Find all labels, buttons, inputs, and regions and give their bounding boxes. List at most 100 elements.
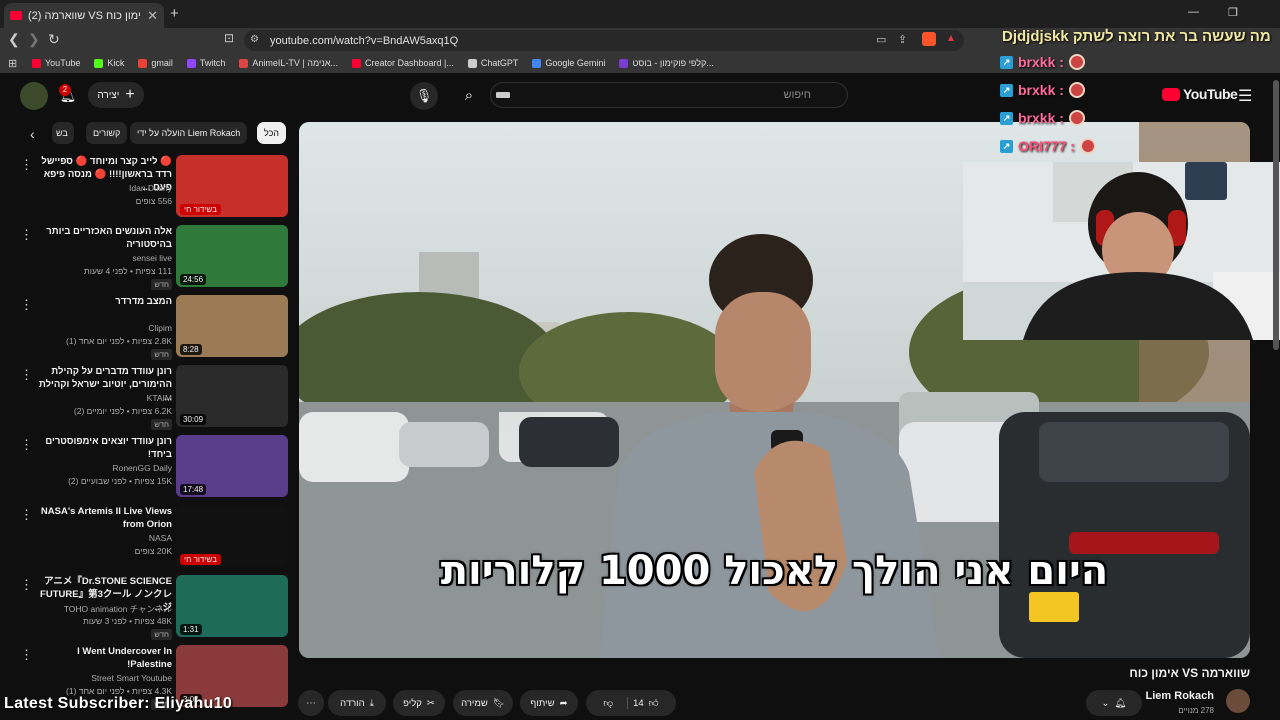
maximize-icon[interactable]: ❐ <box>1228 6 1238 19</box>
search-icon[interactable]: ⌕ <box>454 82 484 108</box>
rewards-icon[interactable]: ▲ <box>946 33 956 44</box>
bookmark-item[interactable]: ChatGPT <box>467 58 518 68</box>
dislike-icon[interactable]: 👎︎ <box>603 697 629 709</box>
chat-emote-icon <box>1079 138 1096 154</box>
chat-message: ↗ ORI777 : <box>1000 138 1096 154</box>
bookmark-item[interactable]: קלפי פוקימון - בוסט... <box>619 58 714 68</box>
scrollbar-thumb[interactable] <box>1273 80 1279 350</box>
channel-name[interactable]: TOHO animation チャンネル <box>64 603 172 615</box>
more-vertical-icon[interactable]: ⋮ <box>20 507 33 523</box>
recommended-video-item[interactable]: בשידור חי 🔴 לייב קצר ומיוחד 🔴 ספיישל רדד … <box>0 155 290 221</box>
minimize-icon[interactable]: — <box>1188 6 1199 18</box>
duration-badge: 1:31 <box>180 624 202 635</box>
share-page-icon[interactable]: ⇪ <box>898 33 907 46</box>
bookmark-label: YouTube <box>45 58 81 68</box>
cast-icon[interactable]: ▭ <box>876 33 886 46</box>
bookmark-favicon-icon <box>239 58 249 68</box>
recommended-video-item[interactable]: 30:09 רונן עוודד מדברים על קהילת ההימורים… <box>0 365 290 431</box>
channel-name[interactable]: sensei live <box>132 253 172 263</box>
clip-label: קליפ <box>403 697 422 709</box>
channel-name[interactable]: RonenGG Daily <box>112 463 172 473</box>
channel-name[interactable]: Street Smart Youtube <box>91 673 172 683</box>
reload-icon[interactable]: ↻ <box>48 31 60 48</box>
more-vertical-icon[interactable]: ⋮ <box>20 227 33 243</box>
new-badge: חדש <box>151 279 172 290</box>
video-meta: 6.2K צפיות • לפני יומיים (2) <box>73 406 172 416</box>
more-vertical-icon[interactable]: ⋮ <box>20 367 33 383</box>
site-info-icon[interactable]: ⚙ <box>250 34 259 45</box>
more-vertical-icon[interactable]: ⋮ <box>20 157 33 173</box>
chat-username: brxkk : <box>1018 110 1064 126</box>
bookmark-item[interactable]: YouTube <box>32 58 80 68</box>
chip-from-channel[interactable]: הועלה על ידי Liem Rokach <box>130 122 248 144</box>
video-meta: 15K צפיות • לפני שבועיים (2) <box>68 476 172 486</box>
recommended-video-item[interactable]: 8:28 המצב מדרדר Clipim 2.8K צפיות • לפני יו… <box>0 295 290 361</box>
more-vertical-icon[interactable]: ⋮ <box>20 297 33 313</box>
bookmark-label: Twitch <box>199 58 226 68</box>
bookmark-item[interactable]: Kick <box>94 58 124 68</box>
page-scrollbar[interactable] <box>1272 76 1280 720</box>
new-badge: חדש <box>151 629 172 640</box>
apps-grid-icon[interactable]: ⊞ <box>8 57 17 70</box>
menu-hamburger-icon[interactable]: ☰ <box>1238 86 1252 106</box>
more-actions-button[interactable]: ⋯ <box>298 690 324 716</box>
chat-badge-icon: ↗ <box>1000 139 1013 153</box>
video-title[interactable]: I Went Undercover In Palestine! <box>32 645 172 671</box>
video-title[interactable]: רונן עוודד יוצאים אימפוסטרים ביחד! <box>32 435 172 461</box>
create-button[interactable]: יצירה + <box>88 82 144 108</box>
chat-badge-icon: ↗ <box>1000 83 1013 97</box>
chat-badge-icon: ↗ <box>1000 55 1013 69</box>
video-title[interactable]: אלה העונשים האכזריים ביותר בהיסטוריה <box>32 225 172 251</box>
chips-scroll-left-icon[interactable]: ‹ <box>30 126 35 142</box>
bookmark-item[interactable]: Twitch <box>186 58 226 68</box>
more-vertical-icon[interactable]: ⋮ <box>20 577 33 593</box>
channel-name[interactable]: Idan Dushy <box>129 183 172 193</box>
channel-name[interactable]: KTAIM <box>147 393 172 403</box>
bookmark-icon[interactable]: ⊡ <box>224 31 234 45</box>
tab-title: (2) שווארמה VS אימון כוח - YouTube <box>28 9 141 22</box>
recommended-video-item[interactable]: 24:56 אלה העונשים האכזריים ביותר בהיסטורי… <box>0 225 290 291</box>
like-icon[interactable]: 👍︎ <box>649 697 659 709</box>
download-button[interactable]: הורדה ⤓ <box>328 690 386 716</box>
channel-name[interactable]: NASA <box>149 533 172 543</box>
chat-username: brxkk : <box>1018 54 1064 70</box>
chip-all[interactable]: הכל <box>257 122 287 144</box>
new-badge: חדש <box>151 419 172 430</box>
forward-icon[interactable]: ❯ <box>28 31 40 48</box>
chip-related[interactable]: קשורים <box>86 122 128 144</box>
channel-avatar[interactable] <box>1226 689 1250 713</box>
close-tab-icon[interactable]: ✕ <box>147 8 158 24</box>
address-bar[interactable]: youtube.com/watch?v=BndAW5axq1Q <box>244 30 964 51</box>
clip-button[interactable]: קליפ ✂ <box>393 690 445 716</box>
voice-search-icon[interactable]: 🎙︎ <box>410 82 438 110</box>
video-meta: 20K צופים <box>134 546 172 556</box>
bookmark-item[interactable]: Creator Dashboard |... <box>352 58 454 68</box>
more-vertical-icon[interactable]: ⋮ <box>20 437 33 453</box>
chat-top-message: Djdjdjskk מה שעשה בר את רוצה לשתק <box>1002 28 1271 45</box>
live-badge: בשידור חי <box>180 204 221 215</box>
save-bookmark-icon: 🔖︎ <box>492 697 505 709</box>
recommended-video-item[interactable]: 1:31 アニメ『Dr.STONE SCIENCE FUTURE』第3クール ノン… <box>0 575 290 641</box>
channel-name[interactable]: Clipim <box>148 323 172 333</box>
share-button[interactable]: שיתוף ➦ <box>520 690 578 716</box>
back-icon[interactable]: ❮ <box>8 31 20 48</box>
latest-subscriber-overlay: Latest Subscriber: Eliyahu10 <box>4 695 233 712</box>
brave-shield-icon[interactable] <box>922 32 936 46</box>
keyboard-icon[interactable] <box>496 92 510 98</box>
save-button[interactable]: שמירה 🔖︎ <box>453 690 513 716</box>
avatar[interactable] <box>20 82 48 110</box>
new-tab-icon[interactable]: + <box>170 5 179 22</box>
like-dislike-group: 👎︎ 14 👍︎ <box>586 690 676 716</box>
chip-more[interactable]: בש <box>52 122 74 144</box>
search-input[interactable]: חיפוש <box>490 82 848 108</box>
bookmark-item[interactable]: AnimeIL-TV | אנימה... <box>239 58 338 68</box>
video-title[interactable]: NASA's Artemis II Live Views from Orion <box>32 505 172 531</box>
more-vertical-icon[interactable]: ⋮ <box>20 647 33 663</box>
video-title[interactable]: המצב מדרדר <box>32 295 172 308</box>
recommended-video-item[interactable]: בשידור חי NASA's Artemis II Live Views fr… <box>0 505 290 571</box>
browser-tab[interactable]: (2) שווארמה VS אימון כוח - YouTube ✕ <box>4 3 164 28</box>
subscribed-dropdown-button[interactable]: ⌄ 🔔︎ <box>1086 690 1142 716</box>
bookmark-item[interactable]: Google Gemini <box>532 58 605 68</box>
bookmark-item[interactable]: gmail <box>138 58 173 68</box>
recommended-video-item[interactable]: 17:48 רונן עוודד יוצאים אימפוסטרים ביחד! R… <box>0 435 290 501</box>
